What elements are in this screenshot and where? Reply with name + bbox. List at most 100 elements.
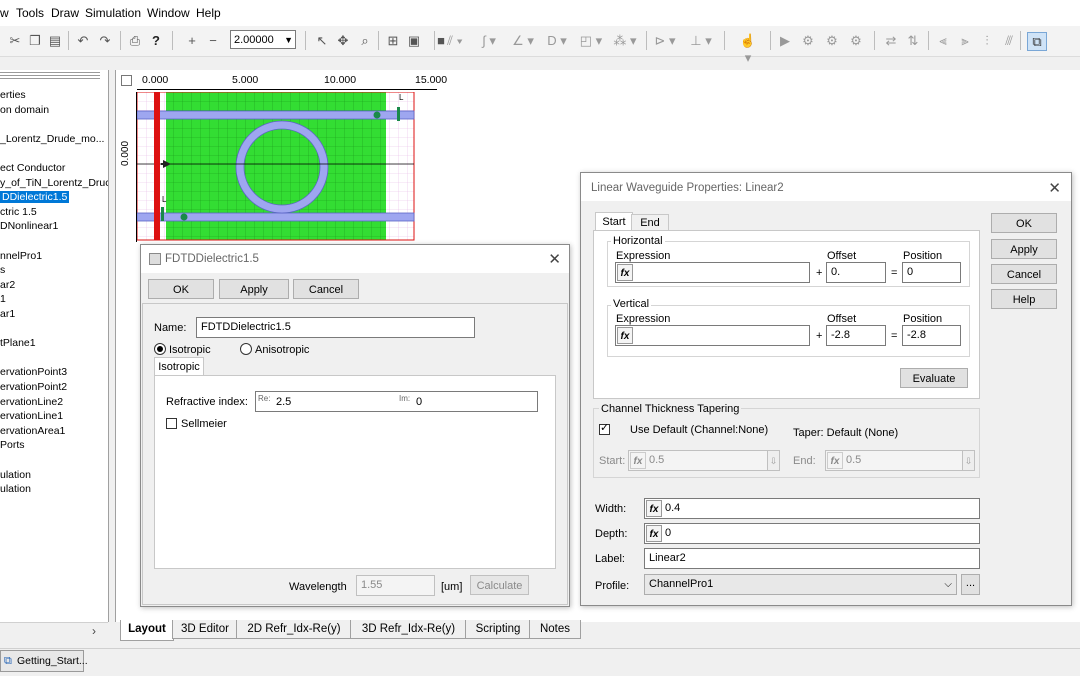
ok-button[interactable]: OK [991,213,1057,233]
observation-icon[interactable]: ⊥ ▾ [688,32,714,49]
input-plane-icon[interactable]: ⊳ ▾ [652,32,678,49]
zoom-in-icon[interactable]: + [185,32,199,49]
profile-select[interactable]: ChannelPro1 ⌵ [644,574,957,595]
pan-icon[interactable]: ✥ [336,32,350,49]
tree-item[interactable]: ulation [0,483,31,495]
tree-item[interactable]: erties [0,89,26,101]
layout-drawing[interactable]: L L [137,92,417,242]
taper-start-spin-icon[interactable]: ⇩ [767,450,780,471]
tree-item[interactable]: tPlane1 [0,337,36,349]
taper-start-field[interactable]: 0.5 [628,450,768,471]
tree-item[interactable]: _Lorentz_Drude_mo... [0,133,104,145]
swap-vertical-icon[interactable]: ⇅ [906,32,920,49]
tree-item[interactable]: ar2 [0,279,15,291]
pointer-tool-icon[interactable]: ☝ ▾ [735,32,761,65]
sellmeier-checkbox[interactable] [166,418,177,429]
tab-scripting[interactable]: Scripting [465,620,531,639]
taper-end-spin-icon[interactable]: ⇩ [962,450,975,471]
tab-start[interactable]: Start [595,212,633,231]
menu-view[interactable]: w [0,6,9,20]
waveguide-bottom[interactable] [137,212,415,222]
vertical-offset-field[interactable]: -2.8 [826,325,886,346]
undo-icon[interactable]: ↶ [76,32,90,49]
zoom-tool-icon[interactable]: ⌕ [358,32,372,49]
tree-item[interactable]: DDielectric1.5 [0,191,70,204]
arc-waveguide-icon[interactable]: ∫ ▾ [476,32,502,49]
fx-icon[interactable]: fx [646,525,662,542]
waveguide-top[interactable] [137,110,415,120]
horizontal-expression-field[interactable] [615,262,810,283]
tree-item[interactable]: ervationLine2 [0,396,63,408]
linear-waveguide-icon[interactable]: ⫽ ▾ [442,32,468,49]
vertical-expression-field[interactable] [615,325,810,346]
paste-icon[interactable]: ▤ [48,32,62,49]
tree-item[interactable]: ect Conductor [0,162,65,174]
apply-button[interactable]: Apply [991,239,1057,259]
zoom-out-icon[interactable]: − [206,32,220,49]
tab-2d-refr-idx[interactable]: 2D Refr_Idx-Re(y) [236,620,352,639]
shape-icon[interactable]: ◰ ▾ [578,32,604,49]
document-window-button[interactable]: ⧉ Getting_Start... [0,650,88,672]
tree-item[interactable]: ervationLine1 [0,410,63,422]
menu-simulation[interactable]: Simulation [85,6,141,20]
evaluate-button[interactable]: Evaluate [900,368,968,388]
redo-icon[interactable]: ↷ [98,32,112,49]
tree-item[interactable]: ervationPoint2 [0,381,67,393]
fx-icon[interactable]: fx [617,264,633,281]
cut-icon[interactable]: ✂ [8,32,22,49]
simulate-3d-icon[interactable]: ⚙ [824,32,840,49]
isotropic-radio[interactable] [154,343,166,355]
canvas-corner-toggle[interactable] [121,75,132,86]
vertical-position-field[interactable]: -2.8 [902,325,961,346]
cancel-button[interactable]: Cancel [991,264,1057,284]
tree-item[interactable]: s [0,264,5,276]
align-left-icon[interactable]: ⫷ [936,32,950,49]
use-default-checkbox[interactable]: ✓ [599,422,610,435]
layout-mode-icon[interactable]: ⧉ [1027,32,1047,51]
align-right-icon[interactable]: ⫻ [1002,32,1016,49]
cancel-button[interactable]: Cancel [293,279,359,299]
tab-3d-editor[interactable]: 3D Editor [172,620,238,639]
tree-item[interactable]: nnelPro1 [0,250,42,262]
horizontal-position-field[interactable]: 0 [902,262,961,283]
wavelength-field[interactable]: 1.55 [356,575,435,596]
fx-icon[interactable]: fx [646,500,662,517]
tree-item[interactable]: on domain [0,104,49,116]
apply-button[interactable]: Apply [219,279,289,299]
close-icon[interactable]: ✕ [1048,179,1061,197]
grid-icon[interactable]: ⊞ [386,32,400,49]
menu-draw[interactable]: Draw [51,6,79,20]
anisotropic-radio[interactable] [240,343,252,355]
re-value[interactable]: 2.5 [276,396,291,408]
menu-help[interactable]: Help [196,6,221,20]
name-field[interactable]: FDTDDielectric1.5 [196,317,475,338]
im-value[interactable]: 0 [416,396,422,408]
tree-item[interactable]: ervationPoint3 [0,366,67,378]
coupler-icon[interactable]: ⁂ ▾ [612,32,638,49]
tab-end[interactable]: End [631,214,669,231]
fit-icon[interactable]: ▣ [407,32,421,49]
tree-item[interactable]: ulation [0,469,31,481]
fx-icon[interactable]: fx [617,327,633,344]
simulate-2d-icon[interactable]: ⚙ [800,32,816,49]
tab-3d-refr-idx[interactable]: 3D Refr_Idx-Re(y) [350,620,467,639]
print-icon[interactable]: ⎙ [127,32,143,49]
taper-end-field[interactable]: 0.5 [825,450,964,471]
tree-item[interactable]: DNonlinear1 [0,220,58,232]
label-field[interactable]: Linear2 [644,548,980,569]
observation-line-marker[interactable] [397,107,400,121]
simulate-batch-icon[interactable]: ⚙ [848,32,864,49]
tree-item[interactable]: Ports [0,439,25,451]
horizontal-offset-field[interactable]: 0. [826,262,886,283]
calculate-button[interactable]: Calculate [470,575,529,595]
angled-waveguide-icon[interactable]: ∠ ▾ [510,32,536,49]
tab-isotropic[interactable]: Isotropic [154,357,204,376]
chevron-right-icon[interactable]: › [92,624,96,638]
tree-item[interactable]: 1 [0,293,6,305]
swap-horizontal-icon[interactable]: ⇄ [884,32,898,49]
profile-more-button[interactable]: ... [961,574,980,595]
zoom-select[interactable]: 2.00000 ▼ [230,30,296,49]
close-icon[interactable]: ✕ [548,250,561,268]
ok-button[interactable]: OK [148,279,214,299]
taper-icon[interactable]: D ▾ [544,32,570,49]
